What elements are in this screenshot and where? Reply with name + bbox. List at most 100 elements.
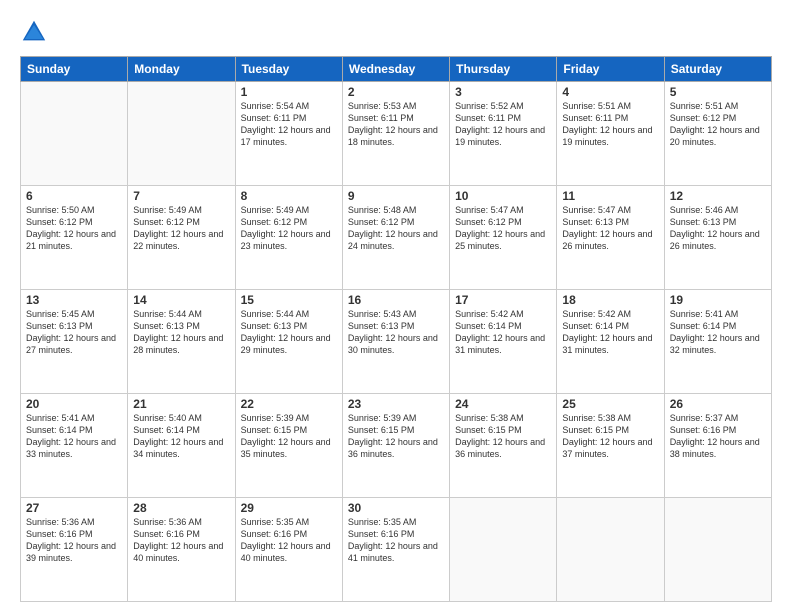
day-cell: 6Sunrise: 5:50 AM Sunset: 6:12 PM Daylig… [21, 186, 128, 290]
day-info: Sunrise: 5:44 AM Sunset: 6:13 PM Dayligh… [133, 308, 229, 357]
day-info: Sunrise: 5:45 AM Sunset: 6:13 PM Dayligh… [26, 308, 122, 357]
day-info: Sunrise: 5:54 AM Sunset: 6:11 PM Dayligh… [241, 100, 337, 149]
day-info: Sunrise: 5:49 AM Sunset: 6:12 PM Dayligh… [241, 204, 337, 253]
day-cell: 27Sunrise: 5:36 AM Sunset: 6:16 PM Dayli… [21, 498, 128, 602]
day-info: Sunrise: 5:37 AM Sunset: 6:16 PM Dayligh… [670, 412, 766, 461]
day-cell: 13Sunrise: 5:45 AM Sunset: 6:13 PM Dayli… [21, 290, 128, 394]
day-info: Sunrise: 5:35 AM Sunset: 6:16 PM Dayligh… [348, 516, 444, 565]
day-number: 8 [241, 189, 337, 203]
week-row-3: 20Sunrise: 5:41 AM Sunset: 6:14 PM Dayli… [21, 394, 772, 498]
day-cell [450, 498, 557, 602]
day-cell: 30Sunrise: 5:35 AM Sunset: 6:16 PM Dayli… [342, 498, 449, 602]
day-number: 6 [26, 189, 122, 203]
day-cell: 26Sunrise: 5:37 AM Sunset: 6:16 PM Dayli… [664, 394, 771, 498]
day-cell: 16Sunrise: 5:43 AM Sunset: 6:13 PM Dayli… [342, 290, 449, 394]
header [20, 18, 772, 46]
week-row-4: 27Sunrise: 5:36 AM Sunset: 6:16 PM Dayli… [21, 498, 772, 602]
week-row-1: 6Sunrise: 5:50 AM Sunset: 6:12 PM Daylig… [21, 186, 772, 290]
day-number: 13 [26, 293, 122, 307]
day-info: Sunrise: 5:39 AM Sunset: 6:15 PM Dayligh… [241, 412, 337, 461]
day-cell: 15Sunrise: 5:44 AM Sunset: 6:13 PM Dayli… [235, 290, 342, 394]
day-number: 15 [241, 293, 337, 307]
header-cell-thursday: Thursday [450, 57, 557, 82]
day-cell: 22Sunrise: 5:39 AM Sunset: 6:15 PM Dayli… [235, 394, 342, 498]
day-info: Sunrise: 5:36 AM Sunset: 6:16 PM Dayligh… [133, 516, 229, 565]
header-row: SundayMondayTuesdayWednesdayThursdayFrid… [21, 57, 772, 82]
day-cell: 19Sunrise: 5:41 AM Sunset: 6:14 PM Dayli… [664, 290, 771, 394]
day-cell: 4Sunrise: 5:51 AM Sunset: 6:11 PM Daylig… [557, 82, 664, 186]
day-cell: 12Sunrise: 5:46 AM Sunset: 6:13 PM Dayli… [664, 186, 771, 290]
day-cell [128, 82, 235, 186]
header-cell-tuesday: Tuesday [235, 57, 342, 82]
day-number: 3 [455, 85, 551, 99]
day-cell: 2Sunrise: 5:53 AM Sunset: 6:11 PM Daylig… [342, 82, 449, 186]
day-cell: 3Sunrise: 5:52 AM Sunset: 6:11 PM Daylig… [450, 82, 557, 186]
day-cell: 23Sunrise: 5:39 AM Sunset: 6:15 PM Dayli… [342, 394, 449, 498]
day-cell [21, 82, 128, 186]
day-number: 30 [348, 501, 444, 515]
day-info: Sunrise: 5:53 AM Sunset: 6:11 PM Dayligh… [348, 100, 444, 149]
calendar-table: SundayMondayTuesdayWednesdayThursdayFrid… [20, 56, 772, 602]
day-info: Sunrise: 5:38 AM Sunset: 6:15 PM Dayligh… [562, 412, 658, 461]
day-number: 24 [455, 397, 551, 411]
day-number: 27 [26, 501, 122, 515]
day-number: 16 [348, 293, 444, 307]
day-cell: 20Sunrise: 5:41 AM Sunset: 6:14 PM Dayli… [21, 394, 128, 498]
calendar-body: 1Sunrise: 5:54 AM Sunset: 6:11 PM Daylig… [21, 82, 772, 602]
day-info: Sunrise: 5:39 AM Sunset: 6:15 PM Dayligh… [348, 412, 444, 461]
day-cell: 8Sunrise: 5:49 AM Sunset: 6:12 PM Daylig… [235, 186, 342, 290]
day-info: Sunrise: 5:52 AM Sunset: 6:11 PM Dayligh… [455, 100, 551, 149]
header-cell-saturday: Saturday [664, 57, 771, 82]
day-number: 1 [241, 85, 337, 99]
day-cell: 29Sunrise: 5:35 AM Sunset: 6:16 PM Dayli… [235, 498, 342, 602]
day-info: Sunrise: 5:49 AM Sunset: 6:12 PM Dayligh… [133, 204, 229, 253]
day-number: 25 [562, 397, 658, 411]
day-info: Sunrise: 5:51 AM Sunset: 6:12 PM Dayligh… [670, 100, 766, 149]
day-info: Sunrise: 5:42 AM Sunset: 6:14 PM Dayligh… [455, 308, 551, 357]
day-number: 14 [133, 293, 229, 307]
day-number: 19 [670, 293, 766, 307]
day-number: 18 [562, 293, 658, 307]
day-cell: 17Sunrise: 5:42 AM Sunset: 6:14 PM Dayli… [450, 290, 557, 394]
day-cell: 1Sunrise: 5:54 AM Sunset: 6:11 PM Daylig… [235, 82, 342, 186]
day-number: 23 [348, 397, 444, 411]
header-cell-monday: Monday [128, 57, 235, 82]
day-cell: 24Sunrise: 5:38 AM Sunset: 6:15 PM Dayli… [450, 394, 557, 498]
day-cell: 11Sunrise: 5:47 AM Sunset: 6:13 PM Dayli… [557, 186, 664, 290]
day-number: 11 [562, 189, 658, 203]
day-number: 9 [348, 189, 444, 203]
day-info: Sunrise: 5:51 AM Sunset: 6:11 PM Dayligh… [562, 100, 658, 149]
day-cell: 5Sunrise: 5:51 AM Sunset: 6:12 PM Daylig… [664, 82, 771, 186]
day-cell [664, 498, 771, 602]
day-number: 2 [348, 85, 444, 99]
day-cell: 25Sunrise: 5:38 AM Sunset: 6:15 PM Dayli… [557, 394, 664, 498]
day-info: Sunrise: 5:46 AM Sunset: 6:13 PM Dayligh… [670, 204, 766, 253]
day-info: Sunrise: 5:38 AM Sunset: 6:15 PM Dayligh… [455, 412, 551, 461]
day-number: 21 [133, 397, 229, 411]
day-number: 7 [133, 189, 229, 203]
header-cell-friday: Friday [557, 57, 664, 82]
day-info: Sunrise: 5:43 AM Sunset: 6:13 PM Dayligh… [348, 308, 444, 357]
day-info: Sunrise: 5:40 AM Sunset: 6:14 PM Dayligh… [133, 412, 229, 461]
day-number: 17 [455, 293, 551, 307]
calendar-header: SundayMondayTuesdayWednesdayThursdayFrid… [21, 57, 772, 82]
logo [20, 18, 52, 46]
week-row-2: 13Sunrise: 5:45 AM Sunset: 6:13 PM Dayli… [21, 290, 772, 394]
day-info: Sunrise: 5:50 AM Sunset: 6:12 PM Dayligh… [26, 204, 122, 253]
header-cell-wednesday: Wednesday [342, 57, 449, 82]
header-cell-sunday: Sunday [21, 57, 128, 82]
day-cell: 18Sunrise: 5:42 AM Sunset: 6:14 PM Dayli… [557, 290, 664, 394]
day-number: 12 [670, 189, 766, 203]
day-number: 28 [133, 501, 229, 515]
day-cell: 14Sunrise: 5:44 AM Sunset: 6:13 PM Dayli… [128, 290, 235, 394]
day-number: 5 [670, 85, 766, 99]
week-row-0: 1Sunrise: 5:54 AM Sunset: 6:11 PM Daylig… [21, 82, 772, 186]
day-cell: 10Sunrise: 5:47 AM Sunset: 6:12 PM Dayli… [450, 186, 557, 290]
day-info: Sunrise: 5:47 AM Sunset: 6:13 PM Dayligh… [562, 204, 658, 253]
day-cell: 9Sunrise: 5:48 AM Sunset: 6:12 PM Daylig… [342, 186, 449, 290]
day-info: Sunrise: 5:36 AM Sunset: 6:16 PM Dayligh… [26, 516, 122, 565]
day-info: Sunrise: 5:41 AM Sunset: 6:14 PM Dayligh… [26, 412, 122, 461]
day-number: 4 [562, 85, 658, 99]
day-number: 20 [26, 397, 122, 411]
day-info: Sunrise: 5:48 AM Sunset: 6:12 PM Dayligh… [348, 204, 444, 253]
